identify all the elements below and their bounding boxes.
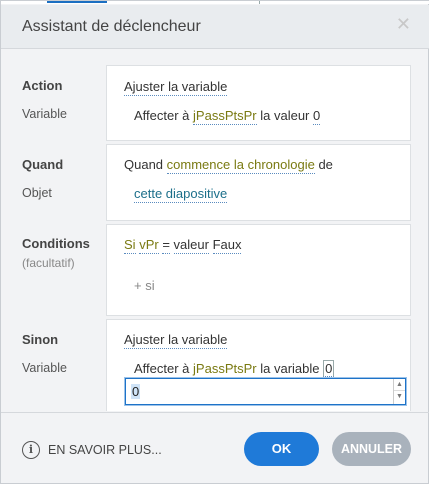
quand-suffix: de: [318, 157, 333, 172]
quand-label: Quand: [22, 157, 64, 172]
sinon-value-input[interactable]: 0 ▲ ▼: [124, 377, 407, 406]
footer-divider: [1, 412, 429, 413]
action-panel: Ajuster la variable Affecter à jPassPtsP…: [106, 65, 411, 141]
quand-panel: Quand commence la chronologie de cette d…: [106, 144, 411, 221]
condition-variable-selector[interactable]: vPr: [139, 237, 159, 254]
sinon-type-dropdown[interactable]: Ajuster la variable: [124, 332, 228, 349]
info-icon: i: [22, 441, 40, 459]
sinon-value-input-text: 0: [131, 384, 141, 399]
action-middle: la valeur: [260, 108, 310, 123]
quand-object-selector[interactable]: cette diapositive: [134, 186, 228, 203]
dialog-title: Assistant de déclencheur: [22, 18, 201, 35]
action-label: Action: [22, 78, 63, 93]
action-prefix: Affecter à: [134, 108, 190, 123]
conditions-label: Conditions: [22, 236, 90, 251]
action-variable-selector[interactable]: jPassPtsPr: [193, 108, 257, 125]
cancel-button[interactable]: ANNULER: [332, 432, 411, 466]
title-bar: Assistant de déclencheur ✕: [1, 5, 429, 49]
top-accent-line: [47, 1, 107, 3]
sinon-prefix: Affecter à: [134, 361, 190, 376]
spinner-down-icon[interactable]: ▼: [394, 391, 405, 403]
condition-kind-selector[interactable]: valeur: [173, 237, 209, 254]
trigger-wizard-dialog: Assistant de déclencheur ✕ Action Variab…: [0, 0, 429, 484]
sinon-middle: la variable: [260, 361, 320, 376]
sinon-label: Sinon: [22, 332, 59, 347]
top-strip: [1, 1, 429, 4]
value-spinner: ▲ ▼: [393, 379, 405, 404]
condition-operator-selector[interactable]: =: [162, 237, 170, 254]
sinon-variable-selector[interactable]: jPassPtsPr: [193, 361, 257, 378]
close-icon[interactable]: ✕: [396, 15, 411, 33]
sinon-sublabel: Variable: [22, 361, 67, 375]
condition-si-keyword[interactable]: Si: [124, 237, 136, 254]
action-type-dropdown[interactable]: Ajuster la variable: [124, 79, 228, 96]
quand-sublabel: Objet: [22, 186, 52, 200]
quand-event-selector[interactable]: commence la chronologie: [166, 157, 315, 174]
sinon-value-field[interactable]: 0: [323, 360, 335, 377]
ok-button[interactable]: OK: [244, 432, 319, 466]
spinner-up-icon[interactable]: ▲: [394, 379, 405, 391]
action-statement: Affecter à jPassPtsPr la valeur 0: [134, 108, 321, 125]
conditions-sublabel: (facultatif): [22, 256, 75, 270]
quand-prefix: Quand: [124, 157, 164, 172]
action-sublabel: Variable: [22, 107, 67, 121]
learn-more-label: EN SAVOIR PLUS...: [48, 443, 162, 457]
conditions-panel: Si vPr = valeur Faux + si: [106, 224, 411, 316]
top-divider: [259, 1, 260, 4]
condition-value-selector[interactable]: Faux: [212, 237, 242, 254]
condition-statement: Si vPr = valeur Faux: [124, 237, 242, 254]
add-condition-button[interactable]: + si: [134, 278, 155, 293]
action-value-field[interactable]: 0: [313, 108, 321, 125]
learn-more-link[interactable]: i EN SAVOIR PLUS...: [22, 441, 162, 459]
sinon-statement: Affecter à jPassPtsPr la variable 0: [134, 360, 335, 378]
quand-statement: Quand commence la chronologie de: [124, 157, 333, 174]
